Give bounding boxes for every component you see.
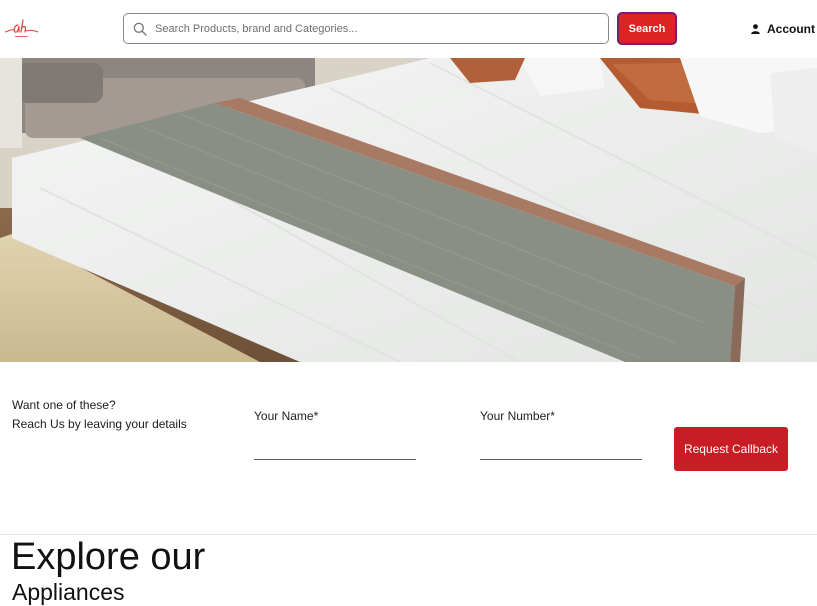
ah-script-logo-icon [4,19,39,37]
brand-logo[interactable] [2,18,40,40]
hero-carousel[interactable] [0,58,817,362]
number-field-label: Your Number* [480,409,555,423]
site-header: Search Account [0,0,817,58]
section-subtitle: Appliances [12,579,125,605]
search-bar[interactable] [123,13,609,44]
callback-prompt-line-2: Reach Us by leaving your details [12,417,187,431]
account-label: Account [767,22,815,36]
search-button[interactable]: Search [617,12,677,45]
callback-prompt: Want one of these? Reach Us by leaving y… [12,396,187,434]
section-title: Explore our [11,536,206,578]
number-field[interactable] [480,436,642,460]
hero-bed-image [0,58,817,362]
request-callback-button[interactable]: Request Callback [674,427,788,471]
name-field[interactable] [254,436,416,460]
name-field-label: Your Name* [254,409,319,423]
search-input[interactable] [155,14,595,43]
callback-prompt-line-1: Want one of these? [12,398,116,412]
search-icon [133,22,147,36]
user-icon [751,24,760,34]
account-link[interactable]: Account [751,20,815,38]
